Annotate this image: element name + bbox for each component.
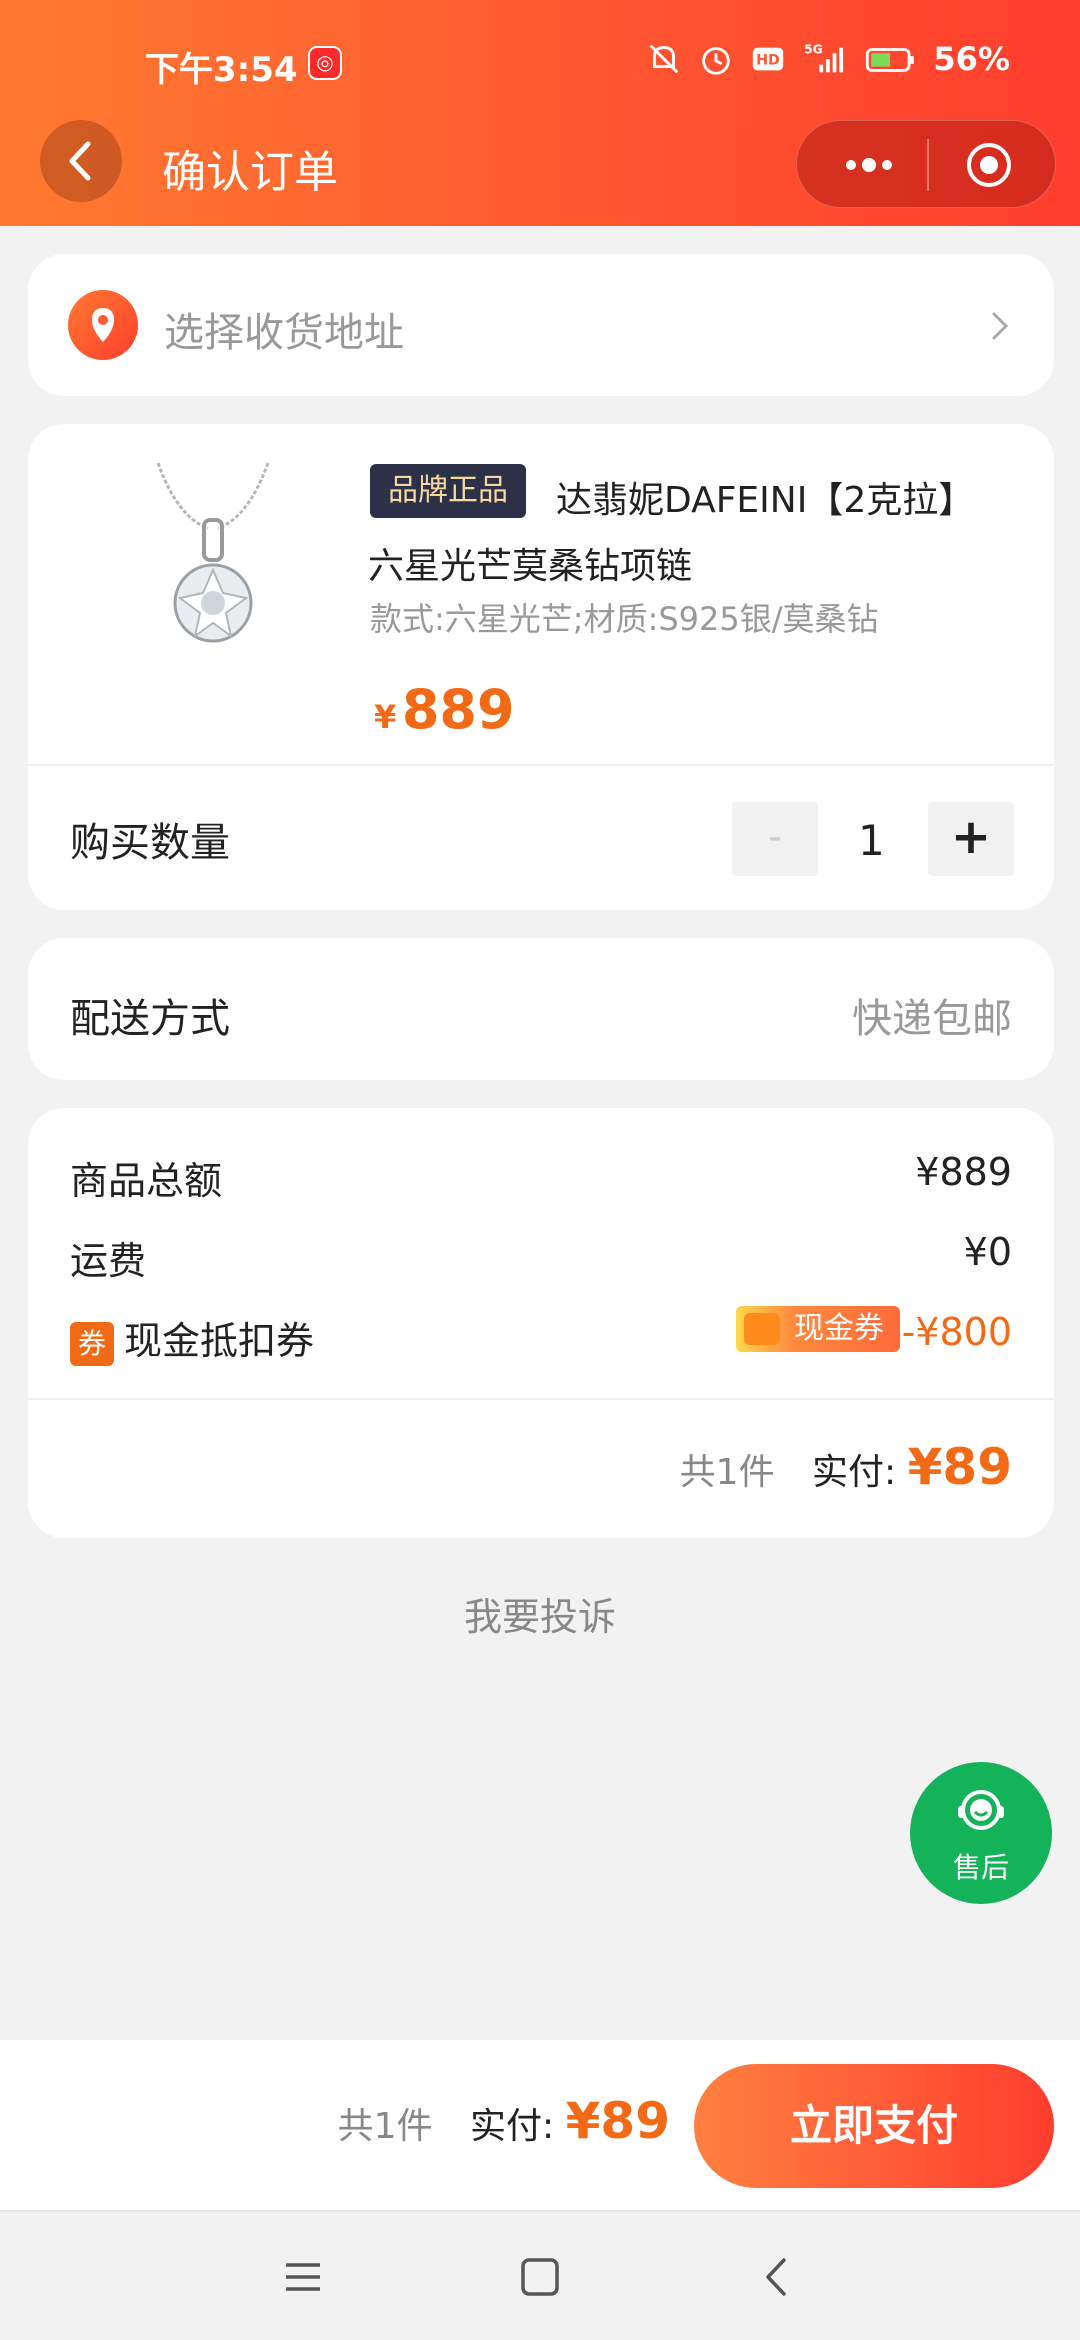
svg-text:HD: HD <box>757 53 781 69</box>
summary-total: 共1件 实付: ¥89 <box>680 1438 1012 1496</box>
select-address-card[interactable]: 选择收货地址 <box>28 254 1054 396</box>
location-pin-icon <box>68 290 138 360</box>
bottom-pay-label: 实付: <box>470 2106 555 2147</box>
coupon-label: 现金抵扣券 <box>124 1319 315 1363</box>
svg-text:5G: 5G <box>805 42 824 56</box>
battery-percent: 56% <box>933 40 1010 78</box>
pay-now-button[interactable]: 立即支付 <box>694 2064 1054 2188</box>
coupon-row[interactable]: 券现金抵扣券 现金券 -¥800 <box>70 1300 1012 1366</box>
status-bar: 下午3:54 ◎ HD 5G 56% <box>0 30 1080 100</box>
bottom-total: 共1件 实付: ¥89 <box>338 2092 670 2150</box>
pay-amount: ¥89 <box>907 1438 1012 1496</box>
ticket-icon <box>744 1313 780 1345</box>
battery-icon <box>866 48 915 72</box>
target-close-icon <box>967 143 1011 187</box>
more-button[interactable] <box>839 121 899 209</box>
goods-total-row: 商品总额 ¥889 <box>70 1140 1012 1203</box>
signal-5g-icon: 5G <box>805 42 844 73</box>
quantity-label: 购买数量 <box>70 820 230 866</box>
coupon-badge-icon: 券 <box>70 1321 114 1366</box>
bottom-pay-amount: ¥89 <box>565 2092 670 2150</box>
system-navigation-bar <box>0 2210 1080 2340</box>
quantity-value: 1 <box>858 816 885 865</box>
shipping-value: ¥0 <box>963 1230 1012 1274</box>
price-currency: ¥ <box>374 698 397 736</box>
address-placeholder: 选择收货地址 <box>164 310 404 356</box>
divider <box>28 1398 1054 1400</box>
app-notification-icon: ◎ <box>308 46 342 80</box>
chevron-left-icon <box>69 141 91 181</box>
order-summary-card: 商品总额 ¥889 运费 ¥0 券现金抵扣券 现金券 -¥800 共1件 实付:… <box>28 1108 1054 1538</box>
back-nav-icon[interactable] <box>752 2252 802 2302</box>
coupon-label-group: 券现金抵扣券 <box>70 1310 314 1366</box>
chevron-right-icon <box>992 312 1009 340</box>
cash-coupon-pill[interactable]: 现金券 <box>736 1306 900 1352</box>
shipping-label: 运费 <box>70 1239 147 1283</box>
after-sales-button[interactable]: 售后 <box>910 1762 1052 1904</box>
goods-total-value: ¥889 <box>915 1150 1012 1194</box>
miniprogram-capsule <box>796 120 1056 208</box>
more-dots-icon <box>846 158 892 172</box>
complaint-link[interactable]: 我要投诉 <box>0 1586 1080 1641</box>
product-card: 达翡妮DAFEINI【2克拉】六星光芒莫桑钻项链 品牌正品 款式:六星光芒;材质… <box>28 424 1054 910</box>
close-miniprogram-button[interactable] <box>965 141 1013 189</box>
status-icons: HD 5G 56% <box>645 40 1010 78</box>
header: 下午3:54 ◎ HD 5G 56% 确认订单 <box>0 0 1080 226</box>
bottom-pay-bar: 共1件 实付: ¥89 立即支付 <box>0 2040 1080 2210</box>
item-count: 共1件 <box>679 1452 775 1493</box>
page-title: 确认订单 <box>162 147 338 198</box>
home-icon[interactable] <box>515 2252 565 2302</box>
customer-service-headset-icon <box>958 1790 1004 1830</box>
pay-label: 实付: <box>812 1452 897 1493</box>
product-price: ¥ 889 <box>374 678 515 741</box>
quantity-decrease-button[interactable]: - <box>732 802 818 876</box>
alarm-icon <box>702 47 731 75</box>
back-button[interactable] <box>40 120 122 202</box>
hd-icon: HD <box>753 47 784 71</box>
capsule-divider <box>927 139 929 191</box>
delivery-value: 快递包邮 <box>852 996 1012 1042</box>
delivery-label: 配送方式 <box>70 996 230 1042</box>
menu-icon[interactable] <box>278 2252 328 2302</box>
delivery-method-card[interactable]: 配送方式 快递包邮 <box>28 938 1054 1080</box>
status-time: 下午3:54 <box>145 50 298 90</box>
product-spec: 款式:六星光芒;材质:S925银/莫桑钻 <box>370 600 879 638</box>
coupon-amount: -¥800 <box>901 1310 1012 1354</box>
cash-coupon-label: 现金券 <box>794 1311 884 1346</box>
mute-bell-icon <box>650 44 679 74</box>
price-value: 889 <box>401 678 515 741</box>
bottom-item-count: 共1件 <box>337 2106 433 2147</box>
product-image[interactable] <box>138 458 288 658</box>
after-sales-label: 售后 <box>952 1851 1009 1884</box>
quantity-increase-button[interactable]: + <box>928 802 1014 876</box>
shipping-row: 运费 ¥0 <box>70 1220 1012 1283</box>
divider <box>28 764 1054 766</box>
goods-total-label: 商品总额 <box>70 1159 223 1203</box>
brand-authentic-tag: 品牌正品 <box>370 464 526 518</box>
